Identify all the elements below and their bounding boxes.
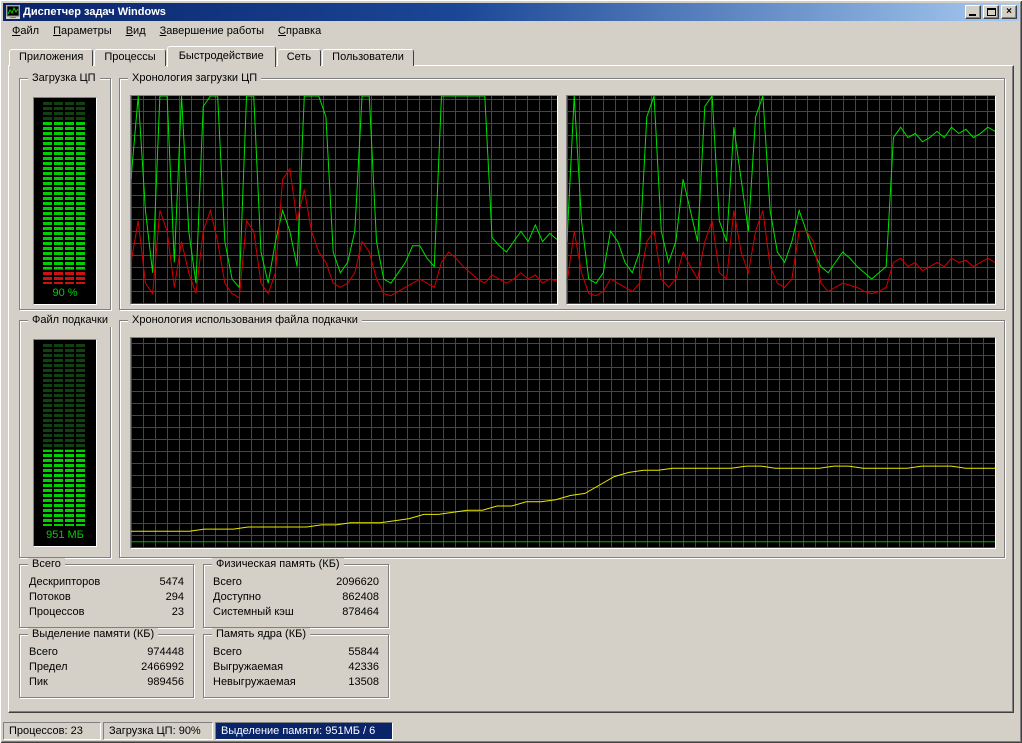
stat-row: Доступно 862408 <box>204 590 388 605</box>
commit-charge-group-title: Выделение памяти (КБ) <box>28 628 159 641</box>
cpu-usage-group-title: Загрузка ЦП <box>28 72 100 85</box>
pagefile-usage-group-title: Файл подкачки <box>28 314 112 327</box>
totals-group: Всего Дескрипторов 5474 Потоков 294 Процес… <box>19 558 194 628</box>
maximize-button[interactable] <box>983 5 999 19</box>
stat-row: Выгружаемая 42336 <box>204 660 388 675</box>
stat-value: 2466992 <box>141 661 184 673</box>
stat-value: 294 <box>165 591 184 603</box>
stat-value: 989456 <box>147 676 184 688</box>
pagefile-usage-group: Файл подкачки 951 МБ <box>19 314 112 558</box>
stat-value: 2096620 <box>336 576 379 588</box>
cpu-history-group: Хронология загрузки ЦП <box>119 72 1005 310</box>
stat-row: Предел 2466992 <box>20 660 193 675</box>
stat-row: Пик 989456 <box>20 675 193 690</box>
stat-label: Дескрипторов <box>29 576 101 588</box>
minimize-icon <box>969 14 976 16</box>
stat-row: Потоков 294 <box>20 590 193 605</box>
stat-label: Потоков <box>29 591 71 603</box>
commit-charge-group: Выделение памяти (КБ) Всего 974448 Предел… <box>19 628 194 698</box>
cpu-history-plot-2 <box>567 96 995 304</box>
stat-label: Всего <box>29 646 58 658</box>
stat-row: Всего 55844 <box>204 645 388 660</box>
physical-memory-group-title: Физическая память (КБ) <box>212 558 344 571</box>
led-segment-mask <box>43 344 87 526</box>
stat-label: Всего <box>213 576 242 588</box>
cpu-usage-value: 90 % <box>52 287 78 299</box>
menu-options[interactable]: Параметры <box>46 23 119 39</box>
task-manager-window: Диспетчер задач Windows × Файл Параметры… <box>0 0 1022 743</box>
stat-value: 878464 <box>342 606 379 618</box>
stat-label: Всего <box>213 646 242 658</box>
stat-label: Пик <box>29 676 48 688</box>
cpu-history-graph-2 <box>566 95 996 305</box>
stat-row: Дескрипторов 5474 <box>20 575 193 590</box>
status-cpu-usage: Загрузка ЦП: 90% <box>103 722 213 740</box>
kernel-memory-group: Память ядра (КБ) Всего 55844 Выгружаемая 4… <box>203 628 389 698</box>
cpu-history-plot-1 <box>131 96 557 304</box>
task-manager-icon <box>6 5 20 19</box>
window-title: Диспетчер задач Windows <box>23 6 166 18</box>
stat-label: Системный кэш <box>213 606 294 618</box>
stat-row: Всего 974448 <box>20 645 193 660</box>
stat-label: Выгружаемая <box>213 661 284 673</box>
stat-value: 5474 <box>159 576 184 588</box>
minimize-button[interactable] <box>965 5 981 19</box>
tab-strip: Приложения Процессы Быстродействие Сеть … <box>9 45 415 67</box>
cpu-usage-group: Загрузка ЦП 90 % <box>19 72 111 310</box>
commit-charge-rows: Всего 974448 Предел 2466992 Пик 989456 <box>20 635 193 690</box>
stat-value: 23 <box>171 606 184 618</box>
pagefile-usage-value: 951 МБ <box>46 529 84 541</box>
performance-tab-panel: Загрузка ЦП 90 % Хронология загрузки ЦП <box>8 65 1014 713</box>
stat-value: 974448 <box>147 646 184 658</box>
close-button[interactable]: × <box>1001 5 1017 19</box>
menubar: Файл Параметры Вид Завершение работы Спр… <box>3 21 1019 40</box>
menu-view[interactable]: Вид <box>119 23 153 39</box>
kernel-memory-group-title: Память ядра (КБ) <box>212 628 310 641</box>
tab-users[interactable]: Пользователи <box>322 49 414 66</box>
physical-memory-rows: Всего 2096620 Доступно 862408 Системный кэ… <box>204 565 388 620</box>
stat-row: Невыгружаемая 13508 <box>204 675 388 690</box>
stat-value: 13508 <box>348 676 379 688</box>
cpu-usage-led-bar <box>43 102 87 284</box>
stat-label: Невыгружаемая <box>213 676 296 688</box>
stat-row: Системный кэш 878464 <box>204 605 388 620</box>
stat-row: Всего 2096620 <box>204 575 388 590</box>
tab-networking[interactable]: Сеть <box>276 49 322 66</box>
tab-processes[interactable]: Процессы <box>94 49 166 66</box>
cpu-usage-gauge: 90 % <box>33 97 97 305</box>
status-commit-charge: Выделение памяти: 951МБ / 6 <box>215 722 393 740</box>
totals-group-title: Всего <box>28 558 65 571</box>
led-segment-mask <box>43 102 87 284</box>
pagefile-history-group: Хронология использования файла подкачки <box>119 314 1005 558</box>
physical-memory-group: Физическая память (КБ) Всего 2096620 Дост… <box>203 558 389 628</box>
totals-rows: Дескрипторов 5474 Потоков 294 Процессов 23 <box>20 565 193 620</box>
menu-shutdown[interactable]: Завершение работы <box>153 23 271 39</box>
status-bar: Процессов: 23 Загрузка ЦП: 90% Выделение… <box>3 720 1019 740</box>
cpu-history-graph-1 <box>130 95 558 305</box>
stat-label: Процессов <box>29 606 85 618</box>
pagefile-usage-led-bar <box>43 344 87 526</box>
pagefile-history-group-title: Хронология использования файла подкачки <box>128 314 362 327</box>
tab-performance[interactable]: Быстродействие <box>166 46 276 67</box>
maximize-icon <box>987 8 996 16</box>
stat-value: 42336 <box>348 661 379 673</box>
titlebar: Диспетчер задач Windows × <box>3 3 1019 21</box>
pagefile-history-plot <box>131 338 995 548</box>
stat-value: 55844 <box>348 646 379 658</box>
status-processes: Процессов: 23 <box>3 722 101 740</box>
pagefile-usage-gauge: 951 МБ <box>33 339 97 547</box>
menu-file[interactable]: Файл <box>5 23 46 39</box>
menu-help[interactable]: Справка <box>271 23 328 39</box>
stat-label: Предел <box>29 661 68 673</box>
stat-row: Процессов 23 <box>20 605 193 620</box>
stat-label: Доступно <box>213 591 262 603</box>
kernel-memory-rows: Всего 55844 Выгружаемая 42336 Невыгружаема… <box>204 635 388 690</box>
tab-applications[interactable]: Приложения <box>9 49 94 66</box>
cpu-history-group-title: Хронология загрузки ЦП <box>128 72 262 85</box>
pagefile-history-graph <box>130 337 996 549</box>
stat-value: 862408 <box>342 591 379 603</box>
